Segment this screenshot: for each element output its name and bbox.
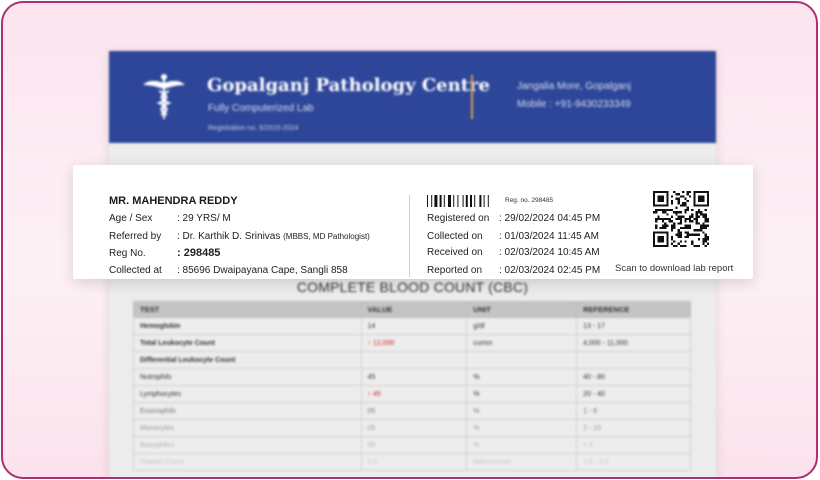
received-on-value: : 02/03/2024 10:45 AM [499, 247, 600, 258]
cbc-cell-reference: 2 - 10 [576, 419, 691, 437]
cbc-cell-reference: 1.5 - 4.5 [576, 453, 691, 471]
cbc-cell-test: Hemoglobin [133, 317, 362, 335]
cbc-row: Basophiles 00% < 2 [133, 436, 691, 454]
lab-registration: Registration no. 5/2015-2024 [208, 125, 299, 132]
cbc-cell-value: ↑ 45 [360, 385, 468, 403]
cbc-cell-unit: lakhs/cumm [466, 453, 578, 471]
qr-caption: Scan to download lab report [615, 263, 734, 274]
cbc-cell-reference: 4,000 - 11,000 [576, 334, 691, 352]
cbc-cell-unit: % [466, 385, 578, 403]
cbc-header-unit: UNIT [466, 301, 578, 318]
cbc-cell-test: Basophiles [133, 436, 362, 454]
cbc-row: Hemoglobin 14 g/dl 13 - 17 [133, 317, 691, 335]
collected-on-row: Collected on : 01/03/2024 11:45 AM [427, 231, 599, 242]
qr-code-icon[interactable] [653, 191, 709, 247]
lab-mobile: Mobile : +91-9430233349 [517, 99, 631, 110]
cbc-row: Monocytes 05% 2 - 10 [133, 419, 691, 437]
cbc-cell-value: 14 [360, 317, 468, 335]
cbc-row: Eosinophils 05% 1 - 6 [133, 402, 691, 420]
reg-no-row: Reg No. : 298485 [109, 247, 220, 259]
cbc-table: TEST VALUE UNIT REFERENCE Hemoglobin 14 g/… [133, 301, 691, 471]
cbc-cell-unit: % [466, 436, 578, 454]
reported-on-row: Reported on : 02/03/2024 02:45 PM [427, 265, 600, 276]
cbc-cell-value: 05 [360, 402, 468, 420]
header-divider [471, 75, 473, 119]
cbc-cell-reference: 1 - 6 [576, 402, 691, 420]
cbc-row: Nutrophils 45% 40 - 80 [133, 368, 691, 386]
collected-at-row: Collected at : 85696 Dwaipayana Cape, San… [109, 265, 348, 276]
cbc-cell-test: Differential Leukocyte Count [133, 351, 362, 369]
cbc-cell-test: Eosinophils [133, 402, 362, 420]
barcode-icon [427, 195, 489, 207]
card-divider [409, 195, 410, 277]
reg-no-label: Reg No. [109, 248, 146, 259]
patient-info-card: MR. MAHENDRA REDDY Age / Sex: 29 YRS/ M … [73, 165, 753, 279]
cbc-cell-unit: % [466, 419, 578, 437]
age-sex-value: : 29 YRS/ M [177, 213, 231, 224]
lab-address: Jangalia More, Gopalganj [517, 81, 631, 92]
registered-on-value: : 29/02/2024 04:45 PM [499, 213, 601, 224]
lab-tagline: Fully Computerized Lab [208, 103, 314, 114]
cbc-cell-reference: < 2 [576, 436, 691, 454]
caduceus-logo-icon [143, 74, 185, 119]
cbc-cell-test: Lymphocytes [133, 385, 362, 403]
cbc-header-value: VALUE [360, 301, 468, 318]
cbc-cell-test: Nutrophils [133, 368, 362, 386]
cbc-row: Total Leukocyte Count ↑ 12,000 cumm 4,000 -… [133, 334, 691, 352]
age-sex-row: Age / Sex : 29 YRS/ M [109, 213, 231, 224]
cbc-cell-reference: 20 - 40 [576, 385, 691, 403]
cbc-cell-unit: % [466, 368, 578, 386]
cbc-cell-test: Total Leukocyte Count [133, 334, 362, 352]
cbc-cell-reference: 40 - 80 [576, 368, 691, 386]
referred-by-label: Referred by [109, 231, 162, 242]
cbc-row: Lymphocytes ↑ 45% 20 - 40 [133, 385, 691, 403]
cbc-cell-unit [466, 351, 578, 369]
referred-by-value: : Dr. Karthik D. Srinivas [177, 231, 281, 242]
lab-name: Gopalganj Pathology Centre [207, 75, 490, 96]
reported-on-value: : 02/03/2024 02:45 PM [499, 265, 601, 276]
cbc-cell-value [360, 351, 468, 369]
cbc-cell-test: Monocytes [133, 419, 362, 437]
cbc-cell-value: 05 [360, 419, 468, 437]
cbc-cell-unit: cumm [466, 334, 578, 352]
collected-at-label: Collected at [109, 265, 162, 276]
collected-at-value: : 85696 Dwaipayana Cape, Sangli 858 [177, 265, 348, 276]
registered-on-label: Registered on [427, 213, 490, 224]
cbc-cell-reference: 13 - 17 [576, 317, 691, 335]
cbc-title: COMPLETE BLOOD COUNT (CBC) [296, 279, 529, 295]
cbc-header-test: TEST [133, 301, 362, 318]
cbc-cell-value: 45 [360, 368, 468, 386]
age-sex-label: Age / Sex [109, 213, 153, 224]
reported-on-label: Reported on [427, 265, 483, 276]
cbc-cell-unit: % [466, 402, 578, 420]
collected-on-label: Collected on [427, 231, 483, 242]
referred-by-row: Referred by : Dr. Karthik D. Srinivas (MB… [109, 231, 370, 242]
cbc-cell-value: 3.0 [360, 453, 468, 471]
cbc-cell-reference [576, 351, 691, 369]
cbc-cell-value: ↑ 12,000 [360, 334, 468, 352]
received-on-label: Received on [427, 247, 483, 258]
cbc-cell-test: Platelet Count [133, 453, 362, 471]
cbc-cell-unit: g/dl [466, 317, 578, 335]
cbc-row: Platelet Count 3.0 lakhs/cumm 1.5 - 4.5 [133, 453, 691, 471]
registered-on-row: Registered on : 29/02/2024 04:45 PM [427, 213, 600, 224]
reg-no-value: : 298485 [177, 247, 221, 259]
referred-by-qualification: (MBBS, MD Pathologist) [283, 232, 370, 241]
patient-name: MR. MAHENDRA REDDY [109, 195, 238, 207]
received-on-row: Received on : 02/03/2024 10:45 AM [427, 247, 600, 258]
barcode-reg-no: Reg. no. 298485 [505, 197, 554, 204]
cbc-cell-value: 00 [360, 436, 468, 454]
cbc-header-reference: REFERENCE [576, 301, 691, 318]
collected-on-value: : 01/03/2024 11:45 AM [499, 231, 599, 242]
cbc-header-row: TEST VALUE UNIT REFERENCE [133, 301, 691, 318]
cbc-row: Differential Leukocyte Count [133, 351, 691, 369]
showcase-frame: Gopalganj Pathology Centre Fully Compute… [1, 1, 818, 479]
report-header: Gopalganj Pathology Centre Fully Compute… [109, 51, 716, 143]
